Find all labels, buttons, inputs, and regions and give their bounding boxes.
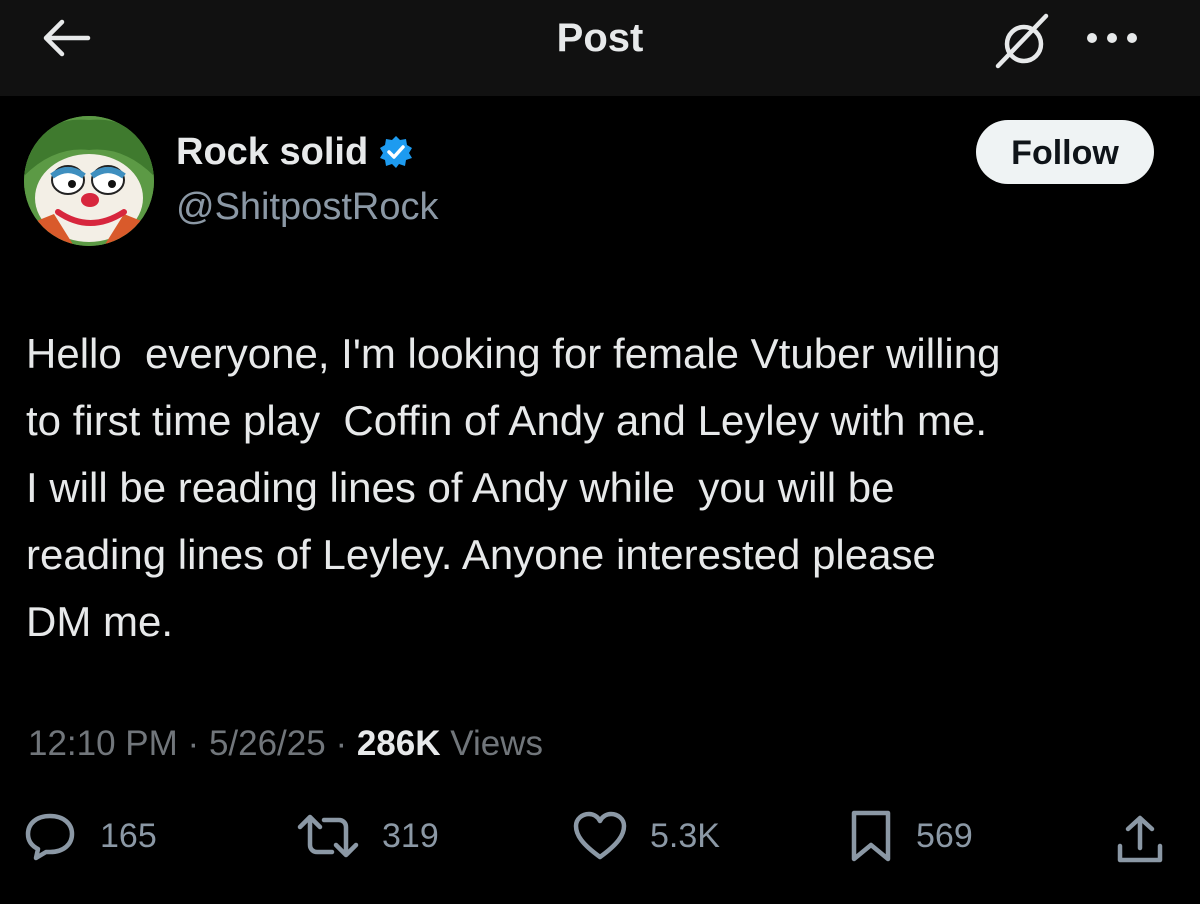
- repost-button[interactable]: 319: [296, 806, 439, 866]
- bookmark-count: 569: [916, 816, 973, 855]
- grok-button[interactable]: [990, 8, 1062, 72]
- heart-icon: [573, 811, 627, 860]
- grok-icon: [995, 13, 1049, 69]
- post-text: Hello everyone, I'm looking for female V…: [26, 330, 1001, 645]
- views-label: Views: [450, 724, 543, 763]
- reply-icon: [25, 813, 75, 861]
- meta-separator: ·: [187, 724, 200, 763]
- avatar[interactable]: [24, 116, 154, 246]
- reply-count: 165: [100, 816, 157, 855]
- post-time[interactable]: 12:10 PM: [28, 724, 178, 763]
- meta-separator: ·: [335, 724, 348, 763]
- post-date[interactable]: 5/26/25: [209, 724, 326, 763]
- bookmark-button[interactable]: 569: [848, 806, 973, 866]
- author-name-row: Rock solid: [176, 130, 414, 174]
- like-button[interactable]: 5.3K: [572, 806, 720, 866]
- repost-icon: [297, 814, 359, 858]
- follow-button[interactable]: Follow: [976, 120, 1154, 184]
- verified-badge-icon: [380, 136, 413, 168]
- display-name[interactable]: Rock solid: [176, 130, 368, 174]
- reply-button[interactable]: 165: [22, 806, 157, 866]
- like-count: 5.3K: [650, 816, 720, 855]
- share-button[interactable]: [1112, 812, 1168, 868]
- post-meta: 12:10 PM · 5/26/25 · 286K Views: [28, 722, 543, 766]
- author-handle[interactable]: @ShitpostRock: [176, 184, 438, 230]
- views-count[interactable]: 286K: [357, 724, 441, 763]
- more-button[interactable]: [1080, 18, 1144, 58]
- bookmark-icon: [851, 810, 891, 862]
- more-dots-icon: [1087, 33, 1137, 43]
- avatar-image: [24, 116, 154, 246]
- top-bar: Post: [0, 0, 1200, 96]
- repost-count: 319: [382, 816, 439, 855]
- share-icon: [1117, 815, 1163, 863]
